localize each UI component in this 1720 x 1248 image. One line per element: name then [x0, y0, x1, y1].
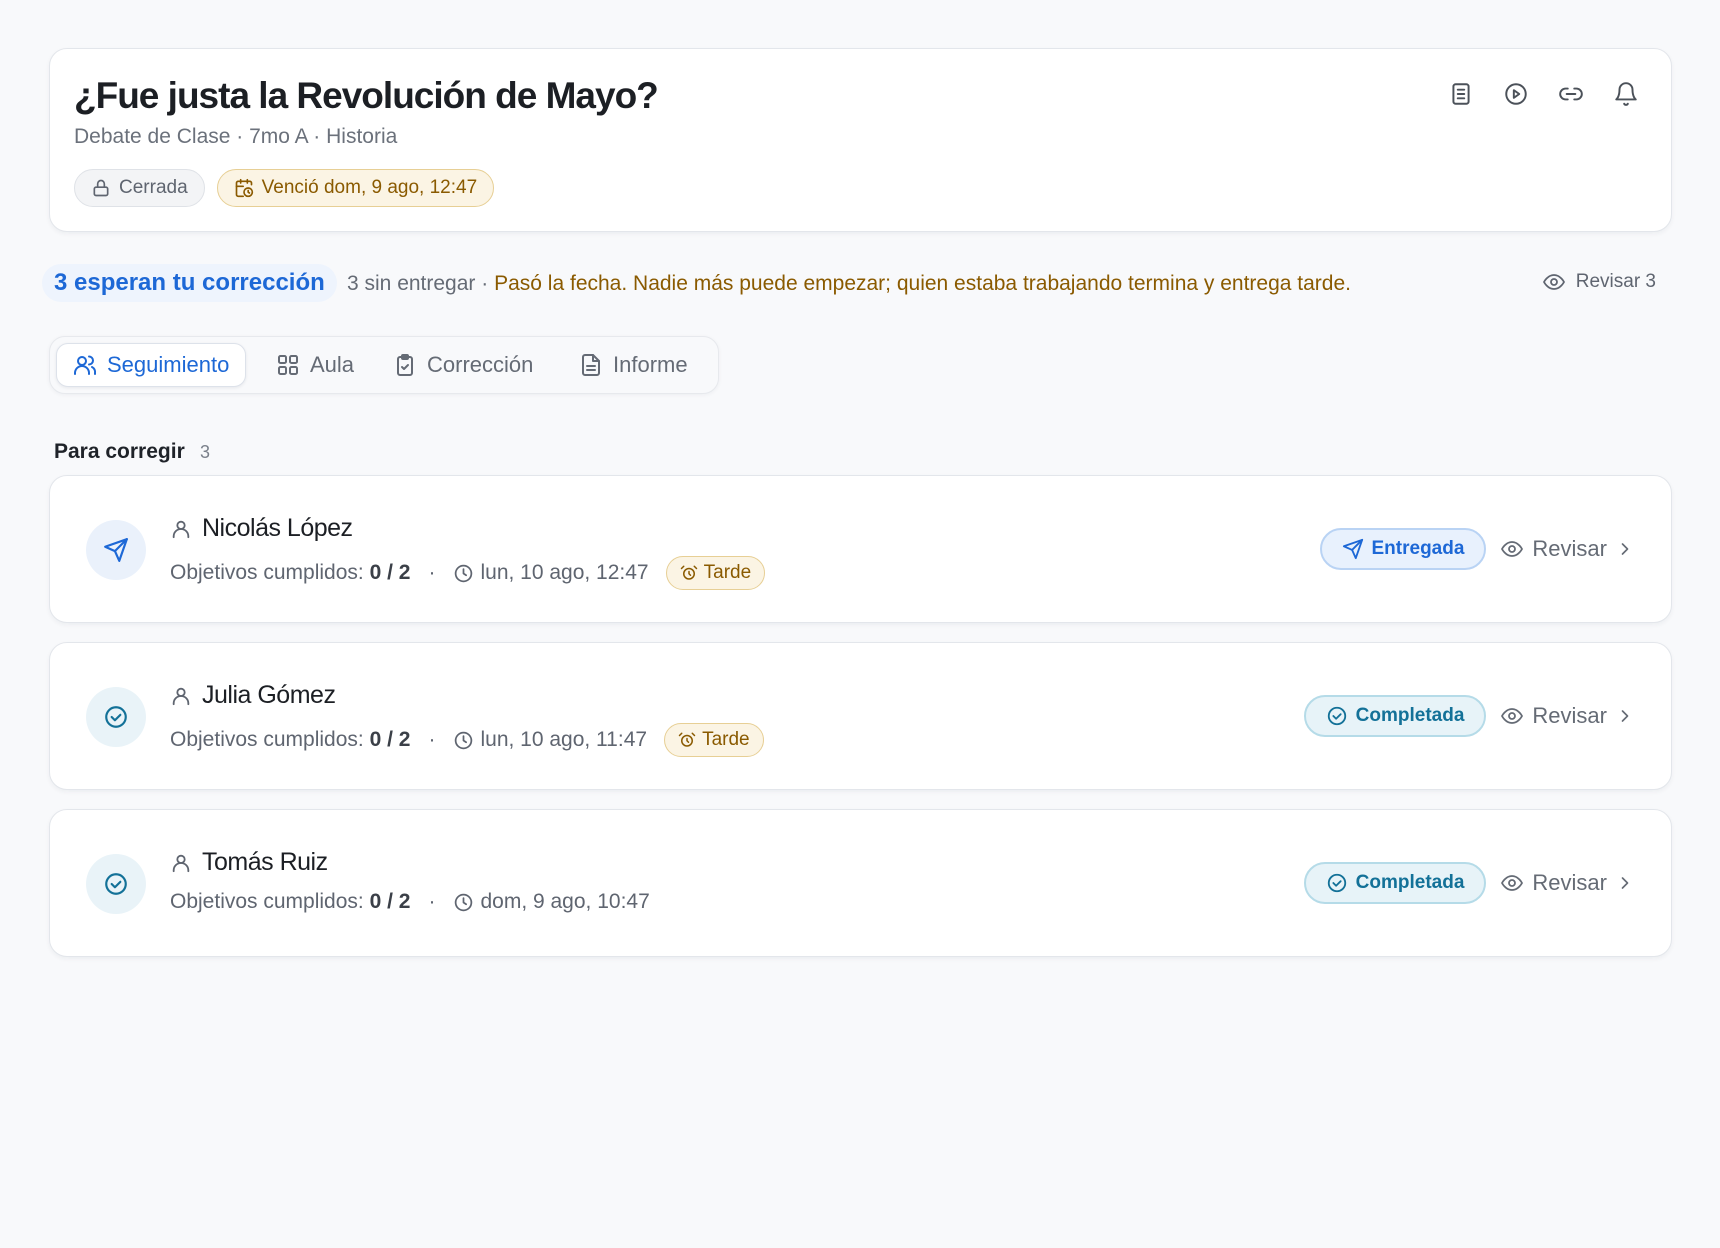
clock-icon: [453, 730, 474, 751]
clock-icon: [453, 563, 474, 584]
status-separator: ·: [481, 272, 489, 295]
lock-icon: [91, 178, 111, 198]
alarm-clock-icon: [680, 564, 698, 582]
chevron-right-icon: [1615, 873, 1635, 893]
tab-seguimiento[interactable]: Seguimiento: [56, 343, 247, 387]
tab-correccion[interactable]: Corrección: [393, 343, 533, 387]
tab-informe[interactable]: Informe: [579, 343, 688, 387]
tab-informe-label: Informe: [613, 352, 688, 377]
student-row[interactable]: Julia Gómez Objetivos cumplidos: 0 / 2 ·…: [49, 642, 1672, 790]
late-badge-label: Tarde: [702, 729, 750, 750]
eye-icon: [1500, 871, 1524, 895]
status-badge: Completada: [1303, 695, 1487, 737]
submission-time-label: lun, 10 ago, 11:47: [480, 728, 648, 751]
bell-icon[interactable]: [1613, 81, 1639, 107]
calendar-clock-icon: [234, 178, 254, 198]
link-icon[interactable]: [1558, 81, 1584, 107]
alarm-clock-icon: [678, 731, 696, 749]
activity-header-card: ¿Fue justa la Revolución de Mayo? Debate…: [49, 48, 1672, 232]
late-badge: Tarde: [665, 556, 766, 590]
eye-icon: [1500, 704, 1524, 728]
grid-icon: [276, 353, 300, 377]
correction-status-bar: 3 esperan tu corrección 3 sin entregar ·…: [42, 264, 1672, 302]
submission-time: lun, 10 ago, 12:47: [453, 561, 649, 585]
status-badge-label: Completada: [1355, 872, 1465, 893]
review-all-button[interactable]: Revisar 3: [1542, 270, 1656, 294]
status-badge-label: Entregada: [1371, 538, 1465, 559]
clock-icon: [453, 892, 474, 913]
review-button[interactable]: Revisar: [1500, 536, 1635, 562]
section-title: Para corregir: [54, 440, 185, 463]
page-title: ¿Fue justa la Revolución de Mayo?: [74, 75, 659, 116]
student-row[interactable]: Tomás Ruiz Objetivos cumplidos: 0 / 2 · …: [49, 809, 1672, 957]
check-circle-icon: [86, 687, 146, 747]
review-button-label: Revisar: [1532, 536, 1607, 561]
objectives-value: 0 / 2: [369, 561, 411, 584]
objectives-summary: Objetivos cumplidos: 0 / 2: [170, 890, 411, 913]
send-icon: [1342, 538, 1364, 560]
late-badge-label: Tarde: [703, 562, 752, 583]
due-date-label: Venció dom, 9 ago, 12:47: [261, 177, 478, 198]
review-button[interactable]: Revisar: [1500, 703, 1635, 729]
status-badge-label: Completada: [1355, 705, 1465, 726]
tab-correccion-label: Corrección: [427, 352, 534, 377]
objectives-value: 0 / 2: [369, 728, 411, 751]
document-icon[interactable]: [1448, 81, 1474, 107]
submission-time-label: lun, 10 ago, 12:47: [480, 561, 649, 584]
meta-separator: ·: [428, 561, 436, 584]
review-button-label: Revisar: [1532, 703, 1607, 728]
late-badge: Tarde: [664, 723, 764, 757]
review-button-label: Revisar: [1532, 870, 1607, 895]
tab-aula-label: Aula: [310, 352, 355, 377]
check-circle-icon: [86, 854, 146, 914]
awaiting-correction-pill[interactable]: 3 esperan tu corrección: [42, 264, 337, 302]
eye-icon: [1500, 537, 1524, 561]
chevron-right-icon: [1615, 539, 1635, 559]
clipboard-check-icon: [393, 353, 417, 377]
status-badge: Entregada: [1319, 528, 1487, 570]
check-circle-icon: [1326, 872, 1348, 894]
student-row[interactable]: Nicolás López Objetivos cumplidos: 0 / 2…: [49, 475, 1672, 623]
check-circle-icon: [1326, 705, 1348, 727]
objectives-summary: Objetivos cumplidos: 0 / 2: [170, 561, 411, 584]
submission-time: dom, 9 ago, 10:47: [453, 890, 650, 914]
status-badge: Completada: [1303, 862, 1487, 904]
closed-status-label: Cerrada: [119, 177, 188, 198]
meta-separator: ·: [428, 728, 436, 751]
closed-status-chip: Cerrada: [74, 169, 205, 207]
play-icon[interactable]: [1503, 81, 1529, 107]
due-date-chip: Venció dom, 9 ago, 12:47: [216, 169, 495, 207]
submission-time: lun, 10 ago, 11:47: [453, 728, 647, 752]
review-button[interactable]: Revisar: [1500, 870, 1635, 896]
student-name: Julia Gómez: [202, 681, 336, 709]
review-all-label: Revisar 3: [1575, 271, 1656, 292]
eye-icon: [1542, 270, 1566, 294]
user-icon: [170, 685, 192, 707]
tab-seguimiento-label: Seguimiento: [107, 352, 230, 377]
student-name: Nicolás López: [202, 514, 353, 542]
missing-submissions-count: 3 sin entregar: [347, 272, 476, 295]
section-count: 3: [200, 442, 211, 462]
submission-time-label: dom, 9 ago, 10:47: [480, 890, 650, 913]
tab-aula[interactable]: Aula: [276, 343, 354, 387]
view-tabs: Seguimiento Aula Corrección Informe: [49, 336, 719, 394]
user-icon: [170, 852, 192, 874]
student-name: Tomás Ruiz: [202, 848, 328, 876]
objectives-value: 0 / 2: [369, 890, 411, 913]
objectives-summary: Objetivos cumplidos: 0 / 2: [170, 728, 411, 751]
user-icon: [170, 518, 192, 540]
users-icon: [73, 353, 97, 377]
file-text-icon: [579, 353, 603, 377]
chevron-right-icon: [1615, 706, 1635, 726]
send-icon: [86, 520, 146, 580]
deadline-warning: Pasó la fecha. Nadie más puede empezar; …: [494, 272, 1351, 295]
page-subtitle: Debate de Clase · 7mo A · Historia: [74, 125, 398, 148]
meta-separator: ·: [428, 890, 436, 913]
